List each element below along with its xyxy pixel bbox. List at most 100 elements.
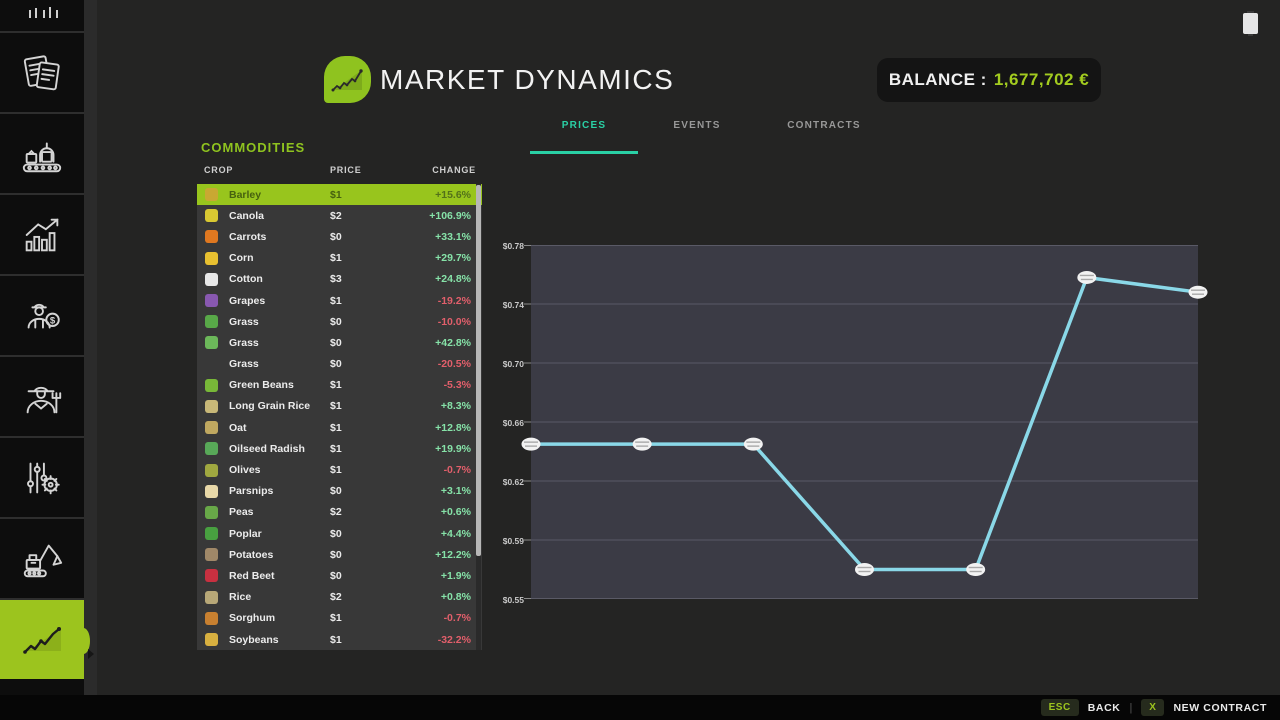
crop-icon: [205, 336, 218, 349]
crop-name: Long Grain Rice: [229, 400, 310, 412]
commodity-row[interactable]: Corn $1 +29.7%: [197, 248, 482, 269]
commodities-column-headers: CROP PRICE CHANGE: [197, 165, 482, 179]
crop-name: Grass: [229, 358, 259, 370]
crop-icon: [205, 379, 218, 392]
balance-label: BALANCE :: [889, 70, 987, 90]
price-history-chart: [531, 245, 1198, 599]
x-key-badge[interactable]: X: [1141, 699, 1164, 716]
crop-change: +33.1%: [435, 231, 471, 243]
svg-text:$: $: [50, 315, 56, 326]
crop-price: $1: [330, 252, 342, 264]
tab-contracts[interactable]: CONTRACTS: [787, 120, 861, 131]
commodity-row[interactable]: Olives $1 -0.7%: [197, 459, 482, 480]
sidebar-item-farmer[interactable]: [0, 355, 84, 436]
commodity-row[interactable]: Cotton $3 +24.8%: [197, 269, 482, 290]
commodity-row[interactable]: Long Grain Rice $1 +8.3%: [197, 396, 482, 417]
crop-price: $0: [330, 528, 342, 540]
crop-icon: [205, 569, 218, 582]
crop-name: Peas: [229, 506, 254, 518]
sidebar: $: [0, 0, 84, 695]
tab-prices[interactable]: PRICES: [562, 120, 606, 131]
commodity-row[interactable]: Grass $0 -10.0%: [197, 311, 482, 332]
partial-top-icon: [20, 0, 64, 30]
sidebar-item-top-partial[interactable]: [0, 0, 84, 31]
back-button[interactable]: BACK: [1088, 702, 1121, 714]
commodity-row[interactable]: Canola $2 +106.9%: [197, 205, 482, 226]
commodity-row[interactable]: Sorghum $1 -0.7%: [197, 608, 482, 629]
crop-icon: [205, 485, 218, 498]
crop-change: +15.6%: [435, 189, 471, 201]
sidebar-item-statistics[interactable]: [0, 193, 84, 274]
crop-name: Olives: [229, 464, 261, 476]
commodity-row[interactable]: Poplar $0 +4.4%: [197, 523, 482, 544]
settings-gear-icon: [19, 455, 65, 501]
crop-name: Canola: [229, 210, 264, 222]
crop-icon: [205, 230, 218, 243]
commodity-row[interactable]: Oat $1 +12.8%: [197, 417, 482, 438]
commodity-row[interactable]: Peas $2 +0.6%: [197, 502, 482, 523]
crop-icon: [205, 188, 218, 201]
data-point-marker: [522, 438, 541, 451]
crop-price: $0: [330, 358, 342, 370]
crop-price: $1: [330, 634, 342, 646]
commodity-row[interactable]: Rice $2 +0.8%: [197, 587, 482, 608]
commodities-table: Barley $1 +15.6% Canola $2 +106.9% Carro…: [197, 184, 482, 650]
commodity-row[interactable]: Barley $1 +15.6%: [197, 184, 482, 205]
crop-price: $1: [330, 295, 342, 307]
commodity-row[interactable]: Potatoes $0 +12.2%: [197, 544, 482, 565]
footer-keybind-bar: ESC BACK | X NEW CONTRACT: [0, 695, 1280, 720]
sidebar-item-construction[interactable]: [0, 517, 84, 598]
crop-price: $1: [330, 464, 342, 476]
crop-name: Grass: [229, 337, 259, 349]
data-point-marker: [966, 563, 985, 576]
crop-price: $0: [330, 231, 342, 243]
commodity-row[interactable]: Grass $0 +42.8%: [197, 332, 482, 353]
data-point-marker: [1077, 271, 1096, 284]
y-axis-tick-label: $0.74: [503, 300, 524, 310]
crop-icon: [205, 442, 218, 455]
crop-name: Carrots: [229, 231, 266, 243]
new-contract-button[interactable]: NEW CONTRACT: [1173, 702, 1267, 714]
commodity-row[interactable]: Carrots $0 +33.1%: [197, 226, 482, 247]
crop-price: $2: [330, 210, 342, 222]
sidebar-item-production[interactable]: [0, 112, 84, 193]
crop-change: +106.9%: [429, 210, 471, 222]
sidebar-item-contracts[interactable]: [0, 31, 84, 112]
crop-icon: [205, 464, 218, 477]
commodity-row[interactable]: Oilseed Radish $1 +19.9%: [197, 438, 482, 459]
crop-icon: [205, 252, 218, 265]
crop-price: $1: [330, 422, 342, 434]
crop-name: Sorghum: [229, 612, 275, 624]
column-header-change: CHANGE: [432, 165, 476, 175]
active-tab-arrow: [88, 649, 94, 659]
farmer-icon: [19, 374, 65, 420]
y-axis-tick-label: $0.78: [503, 241, 524, 251]
footer-divider: |: [1129, 702, 1132, 714]
esc-key-badge[interactable]: ESC: [1041, 699, 1079, 716]
sidebar-item-settings[interactable]: [0, 436, 84, 517]
crop-price: $1: [330, 443, 342, 455]
tab-events[interactable]: EVENTS: [673, 120, 720, 131]
crop-price: $0: [330, 337, 342, 349]
sidebar-item-finances[interactable]: $: [0, 274, 84, 355]
commodity-row[interactable]: Red Beet $0 +1.9%: [197, 565, 482, 586]
commodity-row[interactable]: Green Beans $1 -5.3%: [197, 375, 482, 396]
crop-icon: [205, 548, 218, 561]
excavator-icon: [19, 536, 65, 582]
battery-icon: [1243, 13, 1258, 34]
crop-price: $1: [330, 612, 342, 624]
crop-icon: [205, 273, 218, 286]
crop-icon: [205, 527, 218, 540]
chart-y-axis-labels: $0.78$0.74$0.70$0.66$0.62$0.59$0.55: [460, 245, 524, 599]
commodity-row[interactable]: Grapes $1 -19.2%: [197, 290, 482, 311]
crop-name: Oat: [229, 422, 247, 434]
commodity-row[interactable]: Parsnips $0 +3.1%: [197, 481, 482, 502]
y-axis-tick-label: $0.66: [503, 418, 524, 428]
crop-price: $1: [330, 189, 342, 201]
commodity-row[interactable]: Soybeans $1 -32.2%: [197, 629, 482, 650]
sidebar-item-market-dynamics[interactable]: [0, 598, 84, 679]
market-trend-icon: [17, 617, 67, 663]
crop-icon: [205, 506, 218, 519]
commodity-row[interactable]: Grass $0 -20.5%: [197, 354, 482, 375]
balance-value: 1,677,702 €: [994, 70, 1089, 90]
